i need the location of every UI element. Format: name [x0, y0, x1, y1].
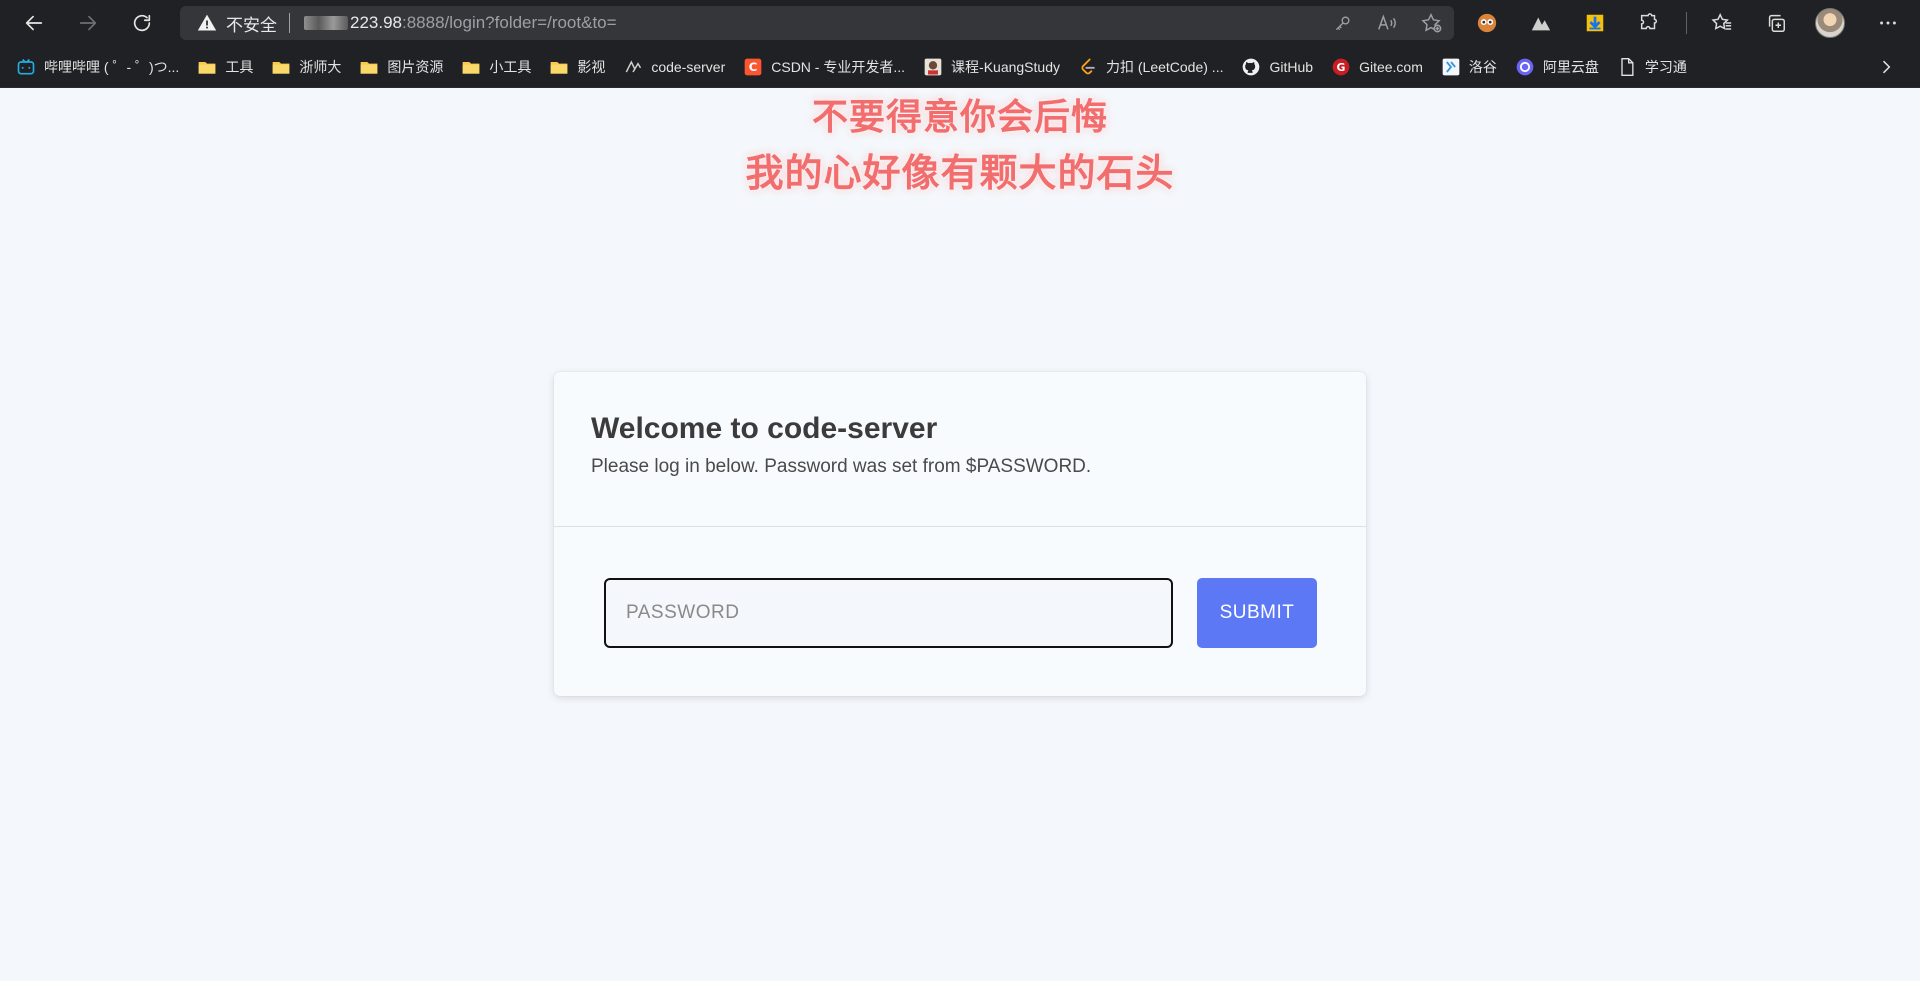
bookmark-csdn[interactable]: C CSDN - 专业开发者... [733, 52, 913, 82]
bookmark-folder-small-tools[interactable]: 小工具 [451, 52, 539, 82]
toolbar-extensions [1470, 0, 1920, 46]
bookmark-label: 小工具 [489, 58, 532, 75]
extension-mountain-icon[interactable] [1524, 6, 1558, 40]
gitee-icon: G [1331, 57, 1351, 77]
svg-text:G: G [1337, 61, 1346, 74]
url-text[interactable]: 223.98 :8888/login?folder=/root&to= [304, 13, 617, 33]
read-aloud-icon[interactable] [1376, 12, 1398, 34]
bookmark-label: 洛谷 [1468, 58, 1497, 75]
arrow-left-icon [25, 15, 43, 31]
settings-more-button[interactable] [1871, 6, 1905, 40]
bookmark-kuangstudy[interactable]: 课程-KuangStudy [913, 52, 1068, 82]
back-button[interactable] [16, 5, 52, 41]
page-content: 不要得意你会后悔 我的心好像有颗大的石头 Welcome to code-ser… [0, 88, 1920, 981]
favorites-icon[interactable] [1705, 6, 1739, 40]
login-title: Welcome to code-server [591, 412, 938, 445]
bookmark-label: 课程-KuangStudy [951, 58, 1060, 75]
browser-toolbar: 不安全 223.98 :8888/login?folder=/root&to= [0, 0, 1920, 46]
extension-download-icon[interactable] [1578, 6, 1612, 40]
bookmark-label: 工具 [225, 58, 254, 75]
folder-icon [197, 57, 217, 77]
more-dots-icon [1880, 21, 1896, 25]
csdn-icon: C [743, 57, 763, 77]
bookmark-gitee[interactable]: G Gitee.com [1321, 52, 1431, 82]
login-card-header: Welcome to code-server Please log in bel… [554, 372, 1366, 527]
leetcode-icon [1078, 57, 1098, 77]
bookmark-folder-tools[interactable]: 工具 [187, 52, 261, 82]
kuangstudy-icon [923, 57, 943, 77]
svg-text:C: C [749, 60, 758, 74]
bookmark-folder-images[interactable]: 图片资源 [349, 52, 451, 82]
favorite-add-icon[interactable] [1420, 12, 1442, 34]
bookmark-aliyun-drive[interactable]: 阿里云盘 [1505, 52, 1607, 82]
password-input[interactable] [604, 578, 1173, 648]
avatar [1815, 8, 1845, 38]
bookmark-label: code-server [651, 58, 726, 75]
luogu-icon [1441, 57, 1461, 77]
banner-line-1: 不要得意你会后悔 [811, 97, 1108, 138]
key-icon[interactable] [1332, 12, 1354, 34]
login-form: SUBMIT [554, 527, 1366, 695]
folder-icon [271, 57, 291, 77]
folder-icon [461, 57, 481, 77]
bilibili-icon [16, 57, 36, 77]
toolbar-divider [1686, 12, 1687, 34]
warning-icon[interactable] [197, 13, 217, 33]
folder-icon [359, 57, 379, 77]
bookmark-bilibili[interactable]: 哔哩哔哩 ( ゜- ゜)つ... [0, 52, 187, 82]
page-icon [1617, 57, 1637, 77]
banner-line-2: 我的心好像有颗大的石头 [745, 151, 1175, 195]
chevron-right-icon[interactable] [1876, 57, 1896, 77]
bookmark-leetcode[interactable]: 力扣 (LeetCode) ... [1068, 52, 1232, 82]
folder-icon [549, 57, 569, 77]
bookmark-label: 影视 [577, 58, 606, 75]
bookmark-label: CSDN - 专业开发者... [771, 58, 906, 75]
address-bar-actions [1332, 6, 1442, 40]
bookmark-xuexitong[interactable]: 学习通 [1607, 52, 1695, 82]
address-separator [289, 13, 290, 33]
reload-button[interactable] [124, 5, 160, 41]
reload-icon [133, 14, 151, 32]
arrow-right-icon [79, 15, 97, 31]
bookmark-code-server[interactable]: code-server [613, 52, 733, 82]
redacted-ip [304, 16, 348, 30]
github-icon [1241, 57, 1261, 77]
bookmarks-bar: 哔哩哔哩 ( ゜- ゜)つ... 工具 浙师大 图片资源 小工具 影视 code… [0, 46, 1920, 88]
bookmark-github[interactable]: GitHub [1231, 52, 1321, 82]
bookmark-label: 阿里云盘 [1542, 58, 1599, 75]
extension-eyes-icon[interactable] [1470, 6, 1504, 40]
bookmark-label: 哔哩哔哩 ( ゜- ゜)つ... [44, 58, 180, 75]
bookmark-luogu[interactable]: 洛谷 [1431, 52, 1505, 82]
bookmark-label: 学习通 [1644, 58, 1687, 75]
url-path: :8888/login?folder=/root&to= [402, 13, 617, 32]
collections-icon[interactable] [1759, 6, 1793, 40]
login-card: Welcome to code-server Please log in bel… [554, 372, 1366, 696]
bookmark-folder-zjnu[interactable]: 浙师大 [261, 52, 349, 82]
bookmark-label: Gitee.com [1359, 58, 1423, 75]
profile-button[interactable] [1813, 6, 1847, 40]
security-label[interactable]: 不安全 [226, 11, 277, 36]
bookmark-label: 图片资源 [387, 58, 444, 75]
code-server-icon [623, 57, 643, 77]
address-bar[interactable]: 不安全 223.98 :8888/login?folder=/root&to= [180, 6, 1454, 40]
forward-button[interactable] [70, 5, 106, 41]
bookmark-folder-video[interactable]: 影视 [539, 52, 613, 82]
aliyun-drive-icon [1515, 57, 1535, 77]
url-host: 223.98 [350, 13, 402, 32]
submit-button[interactable]: SUBMIT [1197, 578, 1317, 648]
bookmark-label: GitHub [1269, 58, 1314, 75]
extensions-puzzle-icon[interactable] [1632, 6, 1666, 40]
bookmark-label: 浙师大 [299, 58, 342, 75]
bookmark-label: 力扣 (LeetCode) ... [1105, 58, 1224, 75]
login-subtitle: Please log in below. Password was set fr… [591, 456, 1092, 477]
